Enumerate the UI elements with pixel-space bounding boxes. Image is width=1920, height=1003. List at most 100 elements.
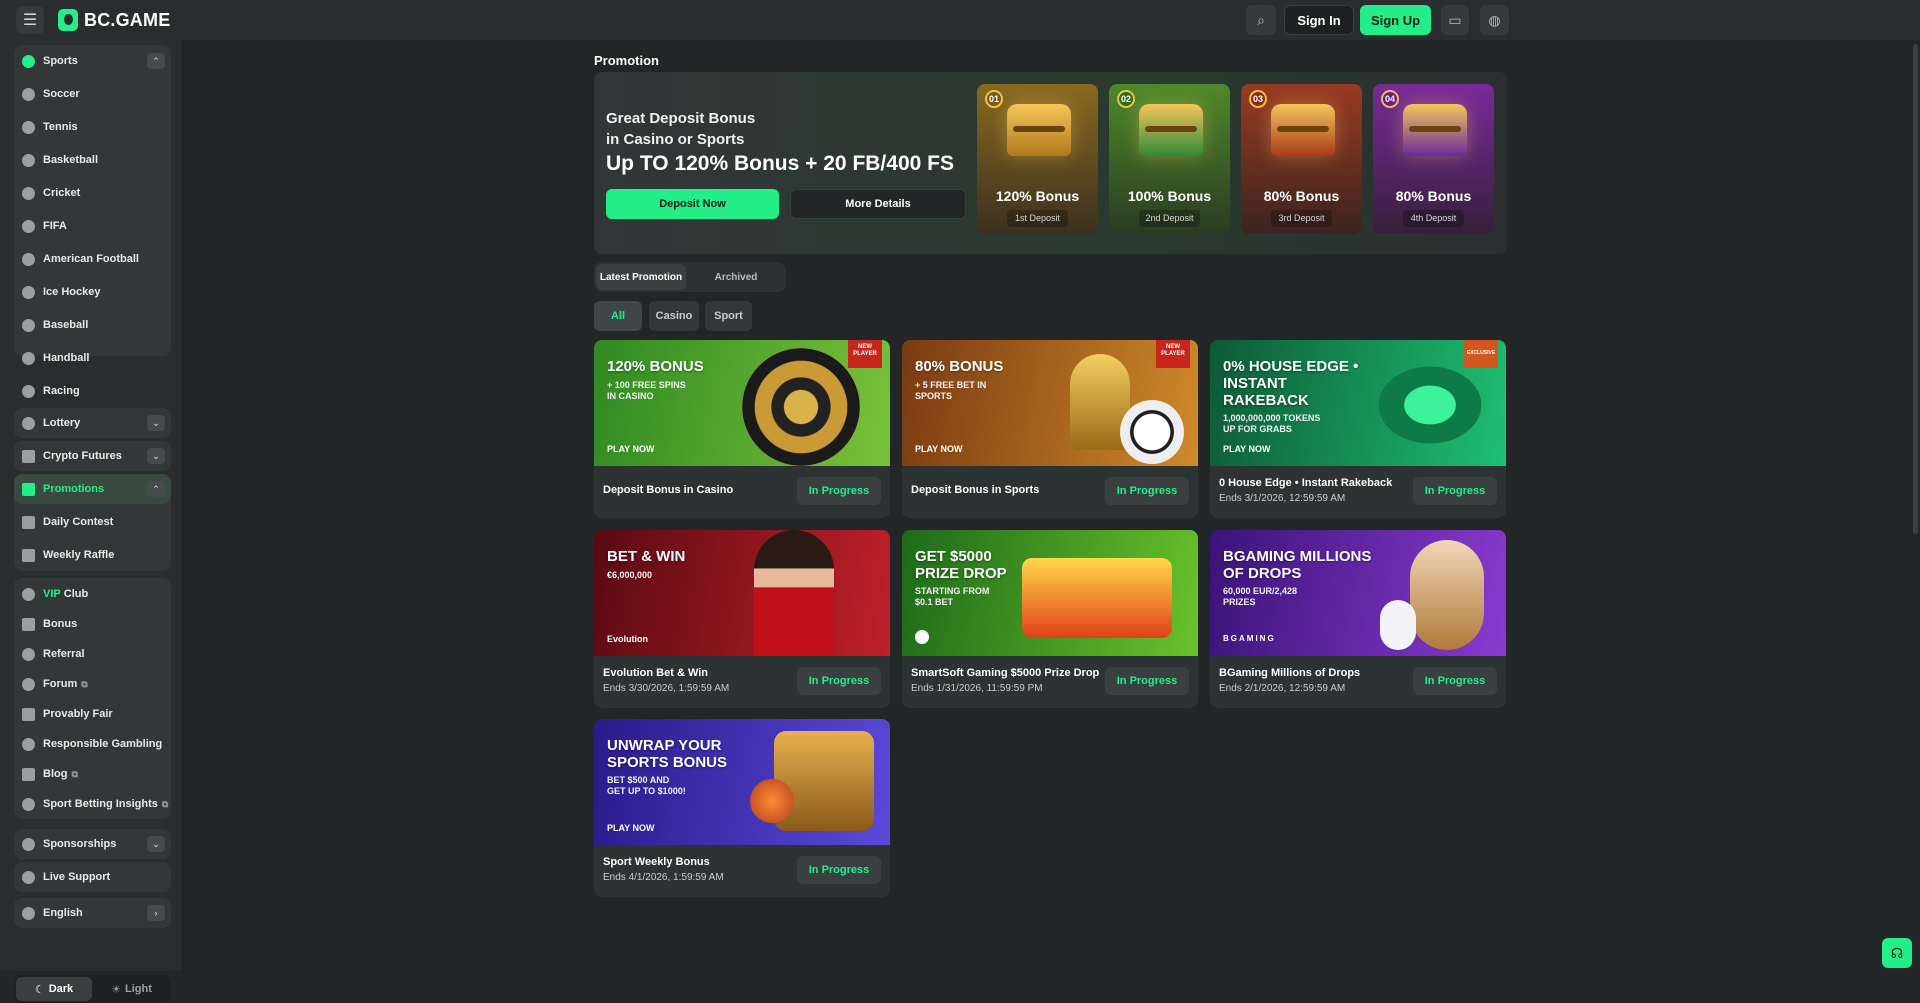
globe-icon[interactable]: ◍ bbox=[1480, 5, 1509, 35]
sidebar: Sports ⌃ Soccer Tennis Basketball Cricke… bbox=[0, 40, 182, 1003]
chevron-up-icon[interactable]: ⌃ bbox=[147, 53, 165, 69]
promo-card-evolution[interactable]: BET & WIN €6,000,000 Evolution Evolution… bbox=[594, 530, 890, 708]
sidebar-item-fifa[interactable]: FIFA bbox=[14, 212, 171, 240]
sidebar-item-tennis[interactable]: Tennis bbox=[14, 113, 171, 141]
tier-value: 100% Bonus bbox=[1127, 188, 1212, 204]
language-selector[interactable]: English › bbox=[14, 899, 171, 927]
tier-label: 2nd Deposit bbox=[1139, 210, 1200, 227]
hero-headline: Up TO 120% Bonus + 20 FB/400 FS bbox=[606, 152, 954, 175]
bgaming-logo: BGAMING bbox=[1223, 634, 1276, 643]
in-progress-button[interactable]: In Progress bbox=[1413, 477, 1497, 505]
chevron-down-icon[interactable]: ⌄ bbox=[147, 415, 165, 431]
treasure-chest-icon bbox=[1403, 104, 1467, 156]
promo-card-house-edge[interactable]: 0% HOUSE EDGE • INSTANT RAKEBACK 1,000,0… bbox=[1210, 340, 1506, 518]
chevron-up-icon[interactable]: ⌃ bbox=[147, 481, 165, 497]
deposit-tier-1[interactable]: 01 120% Bonus 1st Deposit bbox=[977, 84, 1098, 234]
sidebar-item-provably-fair[interactable]: Provably Fair bbox=[14, 700, 171, 728]
sun-icon: ☀ bbox=[111, 983, 121, 996]
promo-banner[interactable]: 80% BONUS + 5 FREE BET IN SPORTS PLAY NO… bbox=[902, 340, 1198, 466]
in-progress-button[interactable]: In Progress bbox=[1105, 667, 1189, 695]
sidebar-item-soccer[interactable]: Soccer bbox=[14, 80, 171, 108]
sidebar-item-weekly-raffle[interactable]: Weekly Raffle bbox=[14, 541, 171, 569]
deposit-now-button[interactable]: Deposit Now bbox=[606, 189, 779, 219]
brand-logo[interactable]: BC.GAME bbox=[58, 8, 170, 32]
theme-toggle: ☾ Dark ☀ Light bbox=[14, 975, 171, 1003]
play-now-label: PLAY NOW bbox=[915, 444, 963, 454]
roulette-wheel-icon bbox=[742, 348, 860, 466]
filter-sport[interactable]: Sport bbox=[705, 301, 752, 331]
promo-card-bgaming[interactable]: BGAMING MILLIONS OF DROPS 60,000 EUR/2,4… bbox=[1210, 530, 1506, 708]
hamburger-icon[interactable]: ☰ bbox=[16, 6, 44, 34]
headset-icon bbox=[22, 870, 35, 884]
sidebar-item-sponsorships[interactable]: Sponsorships ⌄ bbox=[14, 830, 171, 858]
sidebar-item-basketball[interactable]: Basketball bbox=[14, 146, 171, 174]
more-details-button[interactable]: More Details bbox=[790, 189, 966, 219]
promo-card-smartsoft[interactable]: GET $5000 PRIZE DROP STARTING FROM $0.1 … bbox=[902, 530, 1198, 708]
chevron-right-icon[interactable]: › bbox=[147, 905, 165, 921]
tier-badge: 04 bbox=[1381, 90, 1399, 108]
promo-banner[interactable]: BGAMING MILLIONS OF DROPS 60,000 EUR/2,4… bbox=[1210, 530, 1506, 656]
racing-icon bbox=[22, 384, 35, 398]
promo-card-sport-weekly[interactable]: UNWRAP YOUR SPORTS BONUS BET $500 AND GE… bbox=[594, 719, 890, 897]
promo-banner[interactable]: GET $5000 PRIZE DROP STARTING FROM $0.1 … bbox=[902, 530, 1198, 656]
deposit-tier-4[interactable]: 04 80% Bonus 4th Deposit bbox=[1373, 84, 1494, 234]
promo-card-casino-deposit[interactable]: 120% BONUS + 100 FREE SPINS IN CASINO PL… bbox=[594, 340, 890, 518]
tab-archived[interactable]: Archived bbox=[690, 264, 782, 290]
sidebar-item-live-support[interactable]: Live Support bbox=[14, 863, 171, 891]
in-progress-button[interactable]: In Progress bbox=[797, 856, 881, 884]
sidebar-item-promotions[interactable]: Promotions ⌃ bbox=[14, 475, 171, 503]
sidebar-item-forum[interactable]: Forum ⧉ bbox=[14, 670, 171, 698]
sidebar-item-bonus[interactable]: Bonus bbox=[14, 610, 171, 638]
sidebar-item-american-football[interactable]: American Football bbox=[14, 245, 171, 273]
tab-latest-promotion[interactable]: Latest Promotion bbox=[596, 264, 686, 290]
sidebar-item-crypto-futures[interactable]: Crypto Futures ⌄ bbox=[14, 442, 171, 470]
tier-value: 120% Bonus bbox=[995, 188, 1080, 204]
banner-subtitle: €6,000,000 bbox=[607, 570, 653, 580]
sign-in-button[interactable]: Sign In bbox=[1284, 5, 1354, 35]
promo-banner[interactable]: 0% HOUSE EDGE • INSTANT RAKEBACK 1,000,0… bbox=[1210, 340, 1506, 466]
filter-casino[interactable]: Casino bbox=[649, 301, 699, 331]
sidebar-item-vip-club[interactable]: VIP Club bbox=[14, 580, 171, 608]
handshake-icon bbox=[22, 837, 35, 851]
sidebar-item-blog[interactable]: Blog ⧉ bbox=[14, 760, 171, 788]
deposit-tier-2[interactable]: 02 100% Bonus 2nd Deposit bbox=[1109, 84, 1230, 234]
sidebar-item-responsible-gambling[interactable]: Responsible Gambling bbox=[14, 730, 171, 758]
in-progress-button[interactable]: In Progress bbox=[797, 477, 881, 505]
sidebar-item-referral[interactable]: Referral bbox=[14, 640, 171, 668]
sidebar-item-racing[interactable]: Racing bbox=[14, 377, 171, 405]
sidebar-item-lottery[interactable]: Lottery ⌄ bbox=[14, 409, 171, 437]
deposit-tier-3[interactable]: 03 80% Bonus 3rd Deposit bbox=[1241, 84, 1362, 234]
promo-name: BGaming Millions of Drops bbox=[1219, 667, 1361, 679]
chevron-down-icon[interactable]: ⌄ bbox=[147, 448, 165, 464]
headset-icon[interactable]: ☊ bbox=[1882, 938, 1912, 968]
chat-icon[interactable]: ▭ bbox=[1441, 5, 1469, 35]
promo-card-sports-deposit[interactable]: 80% BONUS + 5 FREE BET IN SPORTS PLAY NO… bbox=[902, 340, 1198, 518]
banner-subtitle: STARTING FROM $0.1 BET bbox=[915, 586, 990, 607]
sidebar-item-daily-contest[interactable]: Daily Contest bbox=[14, 508, 171, 536]
filter-all[interactable]: All bbox=[594, 301, 642, 331]
new-player-flag: NEW PLAYER bbox=[1156, 340, 1190, 368]
sidebar-item-ice-hockey[interactable]: Ice Hockey bbox=[14, 278, 171, 306]
sidebar-item-cricket[interactable]: Cricket bbox=[14, 179, 171, 207]
banner-title: GET $5000 PRIZE DROP bbox=[915, 548, 1007, 582]
in-progress-button[interactable]: In Progress bbox=[797, 667, 881, 695]
treasure-chest-icon bbox=[1007, 104, 1071, 156]
theme-light-button[interactable]: ☀ Light bbox=[94, 977, 169, 1001]
in-progress-button[interactable]: In Progress bbox=[1105, 477, 1189, 505]
sidebar-item-sport-betting-insights[interactable]: Sport Betting Insights ⧉ bbox=[14, 790, 171, 818]
sidebar-item-baseball[interactable]: Baseball bbox=[14, 311, 171, 339]
tier-label: 3rd Deposit bbox=[1271, 210, 1332, 227]
search-icon[interactable]: ⌕ bbox=[1246, 5, 1276, 35]
banner-title: 120% BONUS bbox=[607, 358, 704, 375]
theme-dark-button[interactable]: ☾ Dark bbox=[16, 977, 92, 1001]
scrollbar[interactable] bbox=[1913, 44, 1918, 534]
tier-label: 1st Deposit bbox=[1007, 210, 1068, 227]
sign-up-button[interactable]: Sign Up bbox=[1360, 5, 1431, 35]
in-progress-button[interactable]: In Progress bbox=[1413, 667, 1497, 695]
promo-banner[interactable]: 120% BONUS + 100 FREE SPINS IN CASINO PL… bbox=[594, 340, 890, 466]
promo-banner[interactable]: BET & WIN €6,000,000 Evolution bbox=[594, 530, 890, 656]
chevron-down-icon[interactable]: ⌄ bbox=[147, 836, 165, 852]
sidebar-item-sports[interactable]: Sports ⌃ bbox=[14, 47, 171, 75]
promo-banner[interactable]: UNWRAP YOUR SPORTS BONUS BET $500 AND GE… bbox=[594, 719, 890, 845]
tier-badge: 02 bbox=[1117, 90, 1135, 108]
